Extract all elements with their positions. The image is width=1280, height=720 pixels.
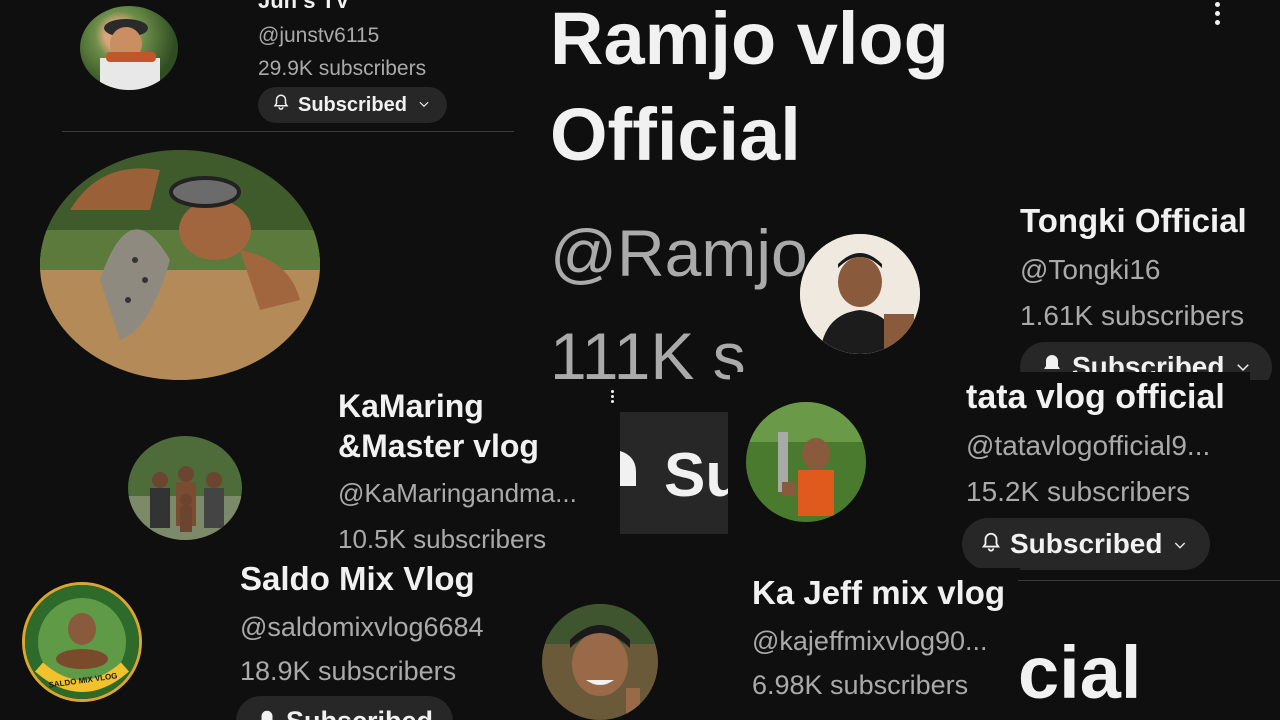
channel-handle: @saldomixvlog6684 [240, 612, 484, 642]
channel-name[interactable]: tata vlog official [966, 378, 1225, 417]
channel-name[interactable]: Junʼs TV [258, 0, 350, 14]
channel-name[interactable]: Ka Jeff mix vlog [752, 574, 1005, 612]
channel-tile-juns-tv: Junʼs TV @junstv6115 29.9K subscribers S… [0, 0, 520, 140]
channel-tile-kajeff: Ka Jeff mix vlog @kajeffmixvlog90... 6.9… [530, 568, 1020, 720]
more-vert-icon[interactable] [611, 390, 614, 403]
avatar-photo [800, 234, 920, 354]
avatar-photo [128, 436, 242, 540]
channel-avatar[interactable] [800, 234, 920, 354]
avatar-photo [746, 402, 866, 522]
channel-avatar[interactable] [128, 436, 242, 540]
channel-name-line1[interactable]: Ramjo vlog [550, 0, 949, 81]
channel-tile-tongki: Tongki Official @Tongki16 1.61K subscrib… [990, 190, 1280, 380]
channel-tile-saldo: SALDO MIX VLOG Saldo Mix Vlog @saldomixv… [0, 548, 530, 720]
divider [62, 131, 514, 132]
channel-name-line2[interactable]: &Master vlog [338, 428, 539, 465]
chevron-down-icon [417, 94, 431, 117]
bell-icon [272, 93, 290, 117]
subscribe-label-fragment: Su [664, 441, 728, 510]
bell-icon [980, 528, 1002, 560]
subscriber-count: 18.9K subscribers [240, 656, 457, 686]
channel-name[interactable]: Tongki Official [1020, 202, 1247, 240]
channel-avatar[interactable] [542, 604, 658, 720]
subscribe-button-zoom[interactable]: Su [620, 412, 728, 534]
channel-avatar[interactable] [746, 402, 866, 522]
divider [1018, 580, 1280, 581]
channel-avatar[interactable] [40, 150, 320, 380]
subscriber-count: 6.98K subscribers [752, 670, 969, 700]
channel-name[interactable]: Saldo Mix Vlog [240, 560, 475, 598]
subscribed-button[interactable]: Subscribed [962, 518, 1211, 570]
avatar-photo [40, 150, 320, 380]
channel-name-fragment[interactable]: cial [1018, 630, 1141, 715]
channel-handle: @Ramjo [550, 216, 808, 290]
channel-tile-kamaring: KaMaring &Master vlog @KaMaringandma... … [120, 380, 610, 550]
channel-handle: @KaMaringandma... [338, 478, 577, 508]
subscribed-label: Subscribed [286, 706, 433, 720]
avatar-photo [542, 604, 658, 720]
more-vert-icon[interactable] [1215, 2, 1220, 25]
channel-tile-fragment: cial [1016, 598, 1280, 720]
bell-icon [256, 706, 278, 720]
channel-name-line2[interactable]: Official [550, 92, 801, 177]
subscribed-button[interactable]: Subscribed [258, 87, 447, 123]
bell-icon [620, 446, 640, 501]
channel-handle: @Tongki16 [1020, 254, 1161, 285]
channel-handle: @junstv6115 [258, 24, 380, 47]
subscribed-label: Subscribed [1010, 528, 1163, 559]
subscribed-button[interactable]: Subscribed [236, 696, 454, 720]
channel-handle: @tatavlogofficial9... [966, 430, 1211, 461]
channel-handle: @kajeffmixvlog90... [752, 626, 988, 656]
subscribed-label: Subscribed [298, 93, 407, 116]
avatar-photo [100, 19, 160, 90]
channel-tile-tata: tata vlog official @tatavlogofficial9...… [730, 372, 1250, 576]
subscriber-count: 10.5K subscribers [338, 524, 547, 550]
subscriber-count: 15.2K subscribers [966, 476, 1191, 507]
subscriber-count: 1.61K subscribers [1020, 300, 1245, 331]
channel-name-line1[interactable]: KaMaring [338, 388, 484, 425]
subscriber-count: 29.9K subscribers [258, 57, 427, 80]
channel-avatar[interactable] [80, 6, 178, 90]
chevron-down-icon [1172, 528, 1188, 560]
channel-tile-ramjo: Ramjo vlog Official @Ramjo 111K s [530, 0, 1010, 400]
